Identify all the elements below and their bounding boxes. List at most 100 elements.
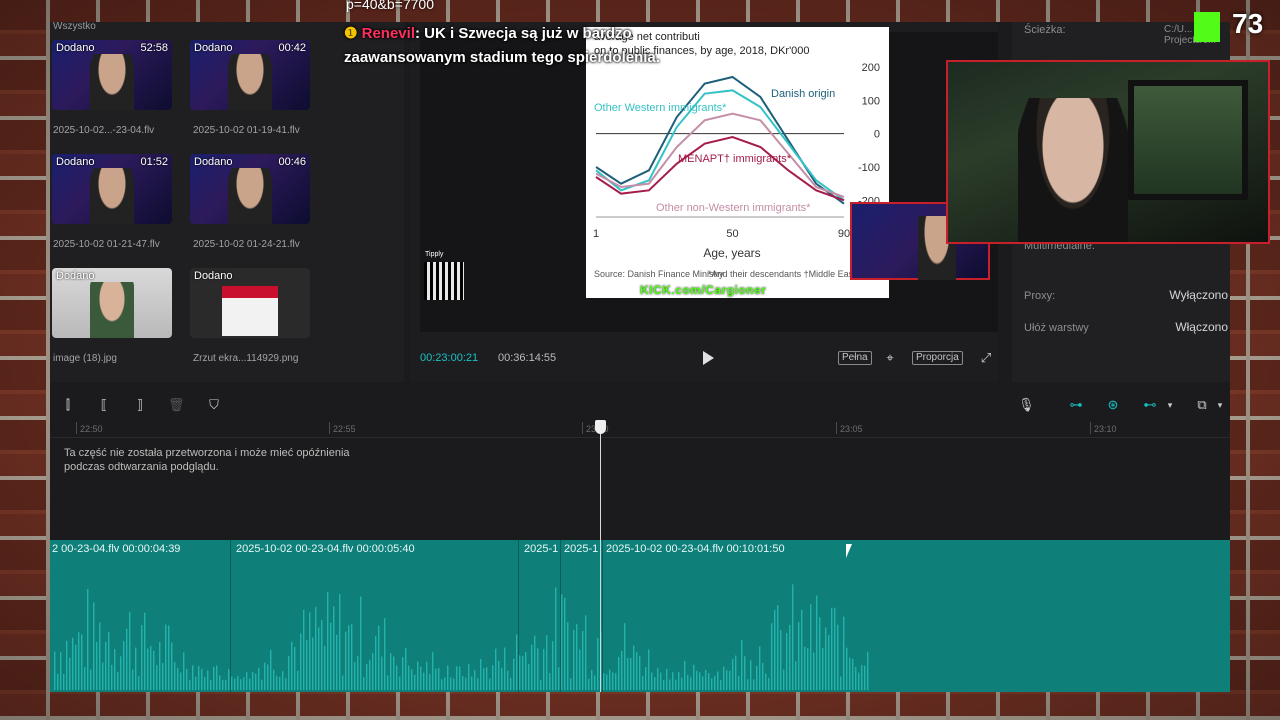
viewer-count: 73: [1232, 8, 1264, 39]
fullscreen-icon[interactable]: ⤢: [978, 350, 994, 366]
waveform-bar: [663, 679, 665, 690]
waveform-bar: [354, 661, 356, 690]
waveform-bar: [768, 677, 770, 690]
streamer-webcam: [946, 60, 1270, 244]
streamer-figure: [90, 168, 134, 224]
waveform-bar: [204, 676, 206, 690]
waveform-bar: [300, 633, 302, 690]
render-warning: Ta część nie została przetworzona i może…: [64, 447, 350, 473]
clip-label: 2 00-23-04.flv 00:00:04:39: [52, 543, 181, 555]
waveform-bar: [618, 657, 620, 690]
ruler-label: 22:55: [333, 424, 356, 434]
chain-icon[interactable]: ⊷: [1142, 397, 1158, 413]
marker-icon[interactable]: ⛉: [206, 397, 222, 413]
waveform-bar: [480, 658, 482, 690]
waveform-bar: [540, 679, 542, 690]
waveform-bar: [714, 675, 716, 690]
waveform-bar: [177, 667, 179, 690]
waveform-bar: [294, 647, 296, 690]
waveform-bar: [672, 672, 674, 690]
waveform-bar: [519, 655, 521, 690]
waveform-bar: [585, 615, 587, 690]
waveform-bar: [474, 670, 476, 690]
media-item-4[interactable]: Dodano 00:46: [190, 154, 310, 224]
waveform-bar: [339, 594, 341, 690]
media-item-5[interactable]: Dodano: [52, 268, 172, 338]
chevron-down-icon[interactable]: ▾: [1212, 397, 1228, 413]
media-filename: Zrzut ekra...114929.png: [193, 353, 299, 364]
delete-icon[interactable]: 🗑: [168, 397, 185, 413]
waveform-bar: [717, 671, 719, 690]
full-quality-button[interactable]: Pełna: [838, 351, 872, 365]
play-icon[interactable]: [700, 350, 716, 366]
waveform-bar: [186, 668, 188, 690]
media-item-2[interactable]: Dodano 00:42: [190, 40, 310, 110]
waveform-bar: [588, 678, 590, 690]
chevron-down-icon[interactable]: ▾: [1162, 397, 1178, 413]
waveform-bar: [189, 679, 191, 690]
waveform-bar: [840, 676, 842, 690]
preview-axis-icon[interactable]: ⧉: [1194, 397, 1210, 413]
waveform-bar: [72, 637, 74, 690]
waveform-bar: [579, 649, 581, 690]
waveform-bar: [405, 647, 407, 690]
waveform-bar: [798, 621, 800, 690]
media-item-3[interactable]: Dodano 01:52: [52, 154, 172, 224]
waveform-bar: [372, 653, 374, 690]
waveform-bar: [453, 678, 455, 690]
waveform-bar: [633, 645, 635, 690]
waveform-bar: [819, 617, 821, 690]
trim-left-icon[interactable]: ⟦: [96, 397, 112, 413]
y-tick-label: 0: [874, 129, 880, 141]
kick-watermark: KICK.com/Cargioner: [640, 283, 767, 297]
split-icon[interactable]: ⫿: [60, 397, 76, 413]
microphone-icon[interactable]: 🎙: [1018, 397, 1035, 413]
waveform-bar: [786, 633, 788, 690]
waveform-bar: [306, 640, 308, 690]
waveform-bar: [825, 627, 827, 690]
waveform-bar: [288, 655, 290, 690]
waveform-bar: [396, 665, 398, 690]
layers-value[interactable]: Włączono: [1175, 320, 1228, 334]
media-tab-all[interactable]: Wszystko: [53, 21, 96, 32]
waveform-bar: [801, 609, 803, 690]
link-icon[interactable]: ⊶: [1068, 397, 1084, 413]
proxy-label: Proxy:: [1024, 290, 1056, 302]
waveform-bar: [534, 635, 536, 690]
snap-icon[interactable]: ⊛: [1105, 397, 1121, 413]
waveform-bar: [552, 641, 554, 690]
waveform-bar: [180, 672, 182, 690]
playhead-line[interactable]: [600, 420, 601, 692]
waveform-bar: [207, 670, 209, 690]
waveform-bar: [837, 624, 839, 690]
waveform-bar: [696, 670, 698, 690]
waveform-bar: [270, 649, 272, 690]
duration-label: 00:46: [278, 156, 306, 168]
media-item-1[interactable]: Dodano 52:58: [52, 40, 172, 110]
y-tick-label: -100: [858, 162, 880, 174]
waveform-bar: [732, 658, 734, 690]
waveform-bar: [834, 607, 836, 690]
trim-right-icon[interactable]: ⟧: [132, 397, 148, 413]
waveform-bar: [612, 672, 614, 690]
media-item-6[interactable]: Dodano: [190, 268, 310, 338]
screenshot-icon[interactable]: ⌖: [882, 350, 898, 366]
aspect-ratio-button[interactable]: Proporcja: [912, 351, 963, 365]
waveform-bar: [351, 624, 353, 690]
waveform-bar: [99, 622, 101, 690]
waveform-bar: [852, 658, 854, 690]
waveform-bar: [138, 676, 140, 690]
waveform-bar: [123, 641, 125, 690]
waveform-bar: [360, 596, 362, 690]
waveform-bar: [684, 661, 686, 690]
x-tick-label: 50: [726, 228, 738, 240]
timeline-ruler[interactable]: 22:50 22:55 23:00 23:05 23:10: [50, 420, 1230, 438]
proxy-value[interactable]: Wyłączono: [1169, 288, 1228, 302]
waveform-bar: [87, 588, 89, 690]
video-track[interactable]: 2 00-23-04.flv 00:00:04:39 2025-10-02 00…: [50, 540, 1230, 692]
series-label: Danish origin: [771, 88, 835, 100]
playhead-handle[interactable]: [595, 420, 606, 434]
waveform-bar: [549, 673, 551, 690]
waveform-bar: [831, 607, 833, 690]
waveform-bar: [720, 679, 722, 690]
